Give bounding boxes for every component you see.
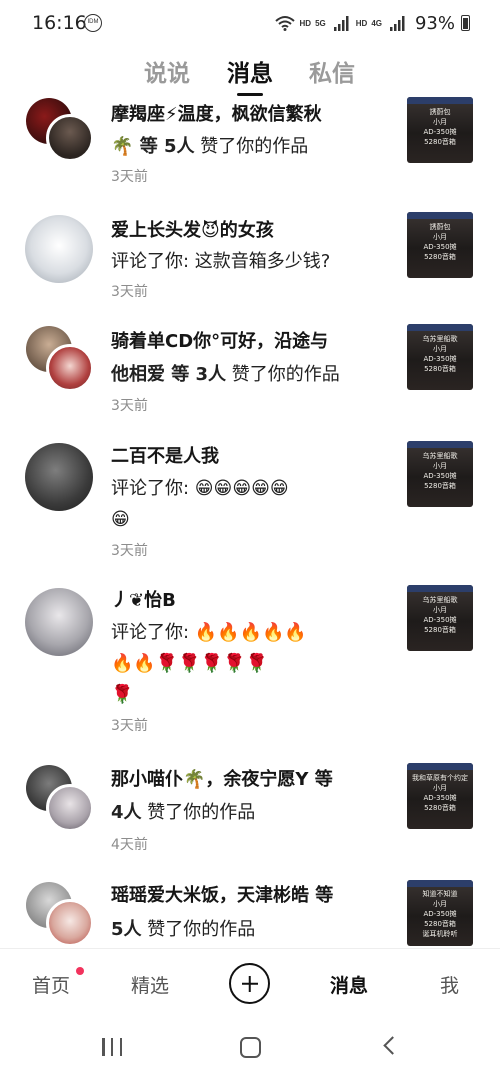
thumbnail-caption: 乌苏里船歌 小月 AD-350摊 5280音箱 (422, 452, 458, 490)
notification-count: 他相爱 等 3人 (111, 364, 227, 385)
signal-icon-2 (389, 16, 405, 31)
hd-label-1: HD (299, 18, 312, 28)
avatar[interactable] (46, 114, 94, 162)
idm-icon: IDM (84, 14, 102, 32)
top-tabs: 说说 消息 私信 (0, 46, 500, 96)
video-thumbnail[interactable]: 知道不知道 小月 AD-350摊 5280音箱 诞耳机聆听 (407, 880, 473, 946)
thumbnail-banner (407, 97, 473, 104)
thumbnail-caption: 誘蔚包 小月 AD-350摊 5280音箱 (423, 108, 457, 146)
notification-title[interactable]: 二百不是人我 (111, 441, 371, 472)
video-thumbnail[interactable]: 乌苏里船歌 小月 AD-350摊 5280音箱 (407, 441, 473, 507)
notification-text-continued: 🔥🔥🌹🌹🌹🌹🌹 (111, 653, 268, 674)
thumbnail-banner (407, 763, 473, 770)
thumbnail-caption: 乌苏里船歌 小月 AD-350摊 5280音箱 (422, 596, 458, 634)
notification-text: 评论了你: 🔥🔥🔥🔥🔥 (111, 622, 307, 643)
battery-icon (461, 15, 470, 31)
tab-messages[interactable]: 消息 (227, 54, 273, 96)
notification-time: 3天前 (111, 398, 148, 414)
tab-shuoshuo[interactable]: 说说 (144, 54, 190, 88)
thumbnail-caption: 乌苏里船歌 小月 AD-350摊 5280音箱 (422, 335, 458, 373)
notification-item[interactable]: 丿❦怡B 评论了你: 🔥🔥🔥🔥🔥 🔥🔥🌹🌹🌹🌹🌹 🌹 3天前 乌苏里船歌 小月 … (0, 585, 500, 745)
notification-title[interactable]: 丿❦怡B (111, 585, 371, 616)
notification-count: 等 5人 (133, 136, 195, 157)
notification-text-continued: 🌹 (111, 684, 134, 705)
notification-text: 5人 赞了你的作品 (111, 914, 371, 945)
recent-apps-icon[interactable] (102, 1038, 122, 1056)
video-thumbnail[interactable]: 誘蔚包 小月 AD-350摊 5280音箱 (407, 212, 473, 278)
notification-count: 5人 (111, 919, 142, 940)
nav-home[interactable]: 首页 (32, 971, 70, 998)
video-thumbnail[interactable]: 我和草原有个约定 小月 AD-350摊 5280音箱 (407, 763, 473, 829)
notification-action: 赞了你的作品 (141, 802, 256, 823)
hd-label-2: HD (355, 18, 368, 28)
network-5g-label: 5G (315, 18, 326, 28)
wifi-icon (274, 16, 295, 31)
avatar[interactable] (46, 899, 94, 947)
notification-item[interactable]: 瑶瑶爱大米饭，天津彬皓 等 5人 赞了你的作品 知道不知道 小月 AD-350摊… (0, 880, 500, 948)
notification-dot (76, 967, 84, 975)
avatar[interactable] (25, 443, 93, 511)
home-icon[interactable] (240, 1037, 261, 1058)
notification-title[interactable]: 爱上长头发😈的女孩 (111, 215, 371, 246)
notification-time: 3天前 (111, 718, 148, 734)
notification-count: 4人 (111, 802, 142, 823)
notification-action: 赞了你的作品 (226, 364, 340, 385)
notification-text: 评论了你: 这款音箱多少钱? (111, 251, 331, 272)
signal-icon-1 (333, 16, 349, 31)
create-post-button[interactable] (229, 963, 270, 1004)
bottom-nav: 首页 精选 消息 我 (0, 948, 500, 1016)
avatar[interactable] (46, 344, 94, 392)
avatar[interactable] (46, 784, 94, 832)
notification-item[interactable]: 摩羯座⚡温度，枫欲信繁秋 🌴 等 5人 赞了你的作品 3天前 誘蔚包 小月 AD… (0, 94, 500, 194)
tab-private-messages[interactable]: 私信 (309, 54, 355, 88)
nav-messages[interactable]: 消息 (330, 971, 368, 998)
notification-text-continued: 😁 (111, 509, 130, 530)
battery-percent: 93% (414, 12, 455, 34)
back-icon[interactable] (383, 1036, 402, 1055)
notification-action: 赞了你的作品 (141, 919, 256, 940)
notification-item[interactable]: 爱上长头发😈的女孩 评论了你: 这款音箱多少钱? 3天前 誘蔚包 小月 AD-3… (0, 212, 500, 312)
notification-feed[interactable]: 摩羯座⚡温度，枫欲信繁秋 🌴 等 5人 赞了你的作品 3天前 誘蔚包 小月 AD… (0, 94, 500, 948)
avatar[interactable] (25, 215, 93, 283)
status-time: 16:16 (32, 12, 87, 34)
notification-item[interactable]: 骑着单CD你°可好，沿途与 他相爱 等 3人 赞了你的作品 3天前 乌苏里船歌 … (0, 324, 500, 424)
notification-text: 4人 赞了你的作品 (111, 797, 371, 828)
video-thumbnail[interactable]: 誘蔚包 小月 AD-350摊 5280音箱 (407, 97, 473, 163)
nav-me[interactable]: 我 (440, 971, 459, 998)
video-thumbnail[interactable]: 乌苏里船歌 小月 AD-350摊 5280音箱 (407, 324, 473, 390)
thumbnail-banner (407, 212, 473, 219)
thumbnail-caption: 知道不知道 小月 AD-350摊 5280音箱 诞耳机聆听 (422, 890, 458, 938)
status-bar: 16:16 IDM HD 5G HD 4G 93% (0, 0, 500, 46)
notification-time: 3天前 (111, 543, 148, 559)
thumbnail-banner (407, 585, 473, 592)
notification-item[interactable]: 那小喵仆🌴，余夜宁愿Y 等 4人 赞了你的作品 4天前 我和草原有个约定 小月 … (0, 763, 500, 863)
notification-title[interactable]: 骑着单CD你°可好，沿途与 (111, 326, 371, 357)
system-navigation-bar (0, 1016, 500, 1083)
notification-time: 3天前 (111, 284, 148, 300)
thumbnail-banner (407, 324, 473, 331)
notification-action: 赞了你的作品 (194, 136, 309, 157)
notification-item[interactable]: 二百不是人我 评论了你: 😁😁😁😁😁 😁 3天前 乌苏里船歌 小月 AD-350… (0, 441, 500, 566)
notification-title[interactable]: 瑶瑶爱大米饭，天津彬皓 等 (111, 880, 371, 911)
video-thumbnail[interactable]: 乌苏里船歌 小月 AD-350摊 5280音箱 (407, 585, 473, 651)
thumbnail-caption: 誘蔚包 小月 AD-350摊 5280音箱 (423, 223, 457, 261)
notification-text: 他相爱 等 3人 赞了你的作品 (111, 359, 371, 390)
notification-text: 评论了你: 😁😁😁😁😁 (111, 478, 289, 499)
notification-title[interactable]: 摩羯座⚡温度，枫欲信繁秋 (111, 99, 371, 130)
notification-title[interactable]: 那小喵仆🌴，余夜宁愿Y 等 (111, 764, 371, 795)
thumbnail-caption: 我和草原有个约定 小月 AD-350摊 5280音箱 (412, 774, 468, 812)
notification-text: 🌴 等 5人 赞了你的作品 (111, 131, 371, 162)
notification-time: 4天前 (111, 837, 148, 853)
status-indicators: HD 5G HD 4G 93% (274, 12, 470, 34)
thumbnail-banner (407, 880, 473, 887)
avatar[interactable] (25, 588, 93, 656)
network-4g-label: 4G (371, 18, 382, 28)
palm-emoji: 🌴 (111, 136, 134, 157)
thumbnail-banner (407, 441, 473, 448)
notification-time: 3天前 (111, 169, 148, 185)
nav-featured[interactable]: 精选 (131, 971, 169, 998)
